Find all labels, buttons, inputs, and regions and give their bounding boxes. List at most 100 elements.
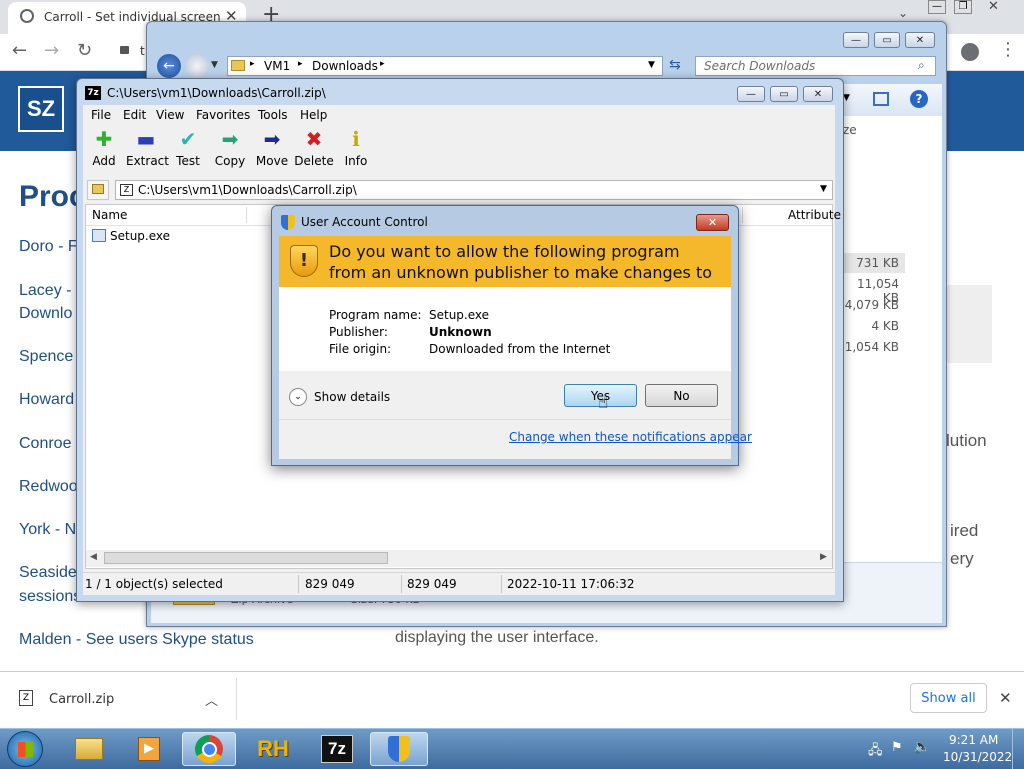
back-icon[interactable]: ← <box>12 40 27 61</box>
folder-icon <box>231 60 245 71</box>
preview-pane-icon[interactable] <box>873 92 889 106</box>
extract-icon: ▬ <box>136 127 156 151</box>
site-link-doro[interactable]: Doro - F <box>19 238 78 256</box>
site-link-malden[interactable]: Malden - See users Skype status <box>19 631 254 649</box>
explorer-address-bar[interactable]: ▸ VM1 ▸ Downloads ▸ ▼ <box>227 56 663 76</box>
body-text-interface: displaying the user interface. <box>395 629 599 646</box>
close-window-icon[interactable]: ✕ <box>988 0 999 14</box>
chevron-up-icon[interactable]: ︿ <box>205 690 218 709</box>
scroll-left-icon[interactable]: ◀ <box>90 552 97 562</box>
taskbar-chrome[interactable] <box>182 732 236 766</box>
show-desktop-button[interactable] <box>1012 729 1024 769</box>
horizontal-scrollbar[interactable]: ◀ ▶ <box>86 550 832 567</box>
clock-date[interactable]: 10/31/2022 <box>943 750 1012 764</box>
forward-icon[interactable]: → <box>44 40 59 61</box>
windows-logo-icon <box>18 742 33 757</box>
taskbar-media-player[interactable]: ▶ <box>122 732 176 766</box>
show-details-toggle[interactable]: ⌄ Show details <box>289 387 399 407</box>
taskbar-explorer[interactable] <box>62 732 116 766</box>
add-label: Add <box>92 154 116 168</box>
url-text[interactable]: t <box>140 44 145 58</box>
volume-icon[interactable]: 🔈 <box>913 739 930 755</box>
recent-pages-icon[interactable]: ▼ <box>211 60 218 70</box>
taskbar-7zip[interactable]: 7z <box>310 732 364 766</box>
sevenzip-toolbar: ✚ Add ▬ Extract ✔ Test ➡ Copy ➡ Move ✖ D… <box>83 125 835 177</box>
scrollbar-thumb[interactable] <box>104 552 388 564</box>
sevenzip-path-field[interactable]: Z C:\Users\vm1\Downloads\Carroll.zip\ ▼ <box>115 180 833 200</box>
site-link-lacey[interactable]: Lacey - <box>19 282 71 300</box>
attributes-column-header[interactable]: Attribute <box>788 208 841 222</box>
sevenzip-minimize-button[interactable]: — <box>737 86 765 102</box>
site-link-redwood[interactable]: Redwoo <box>19 478 78 496</box>
site-link-york[interactable]: York - N <box>19 521 76 539</box>
back-nav-icon[interactable]: ← <box>157 54 181 78</box>
close-download-bar-icon[interactable]: ✕ <box>999 689 1012 707</box>
list-item[interactable]: Setup.exe <box>90 227 240 245</box>
site-link-spence[interactable]: Spence <box>19 348 73 366</box>
uac-close-button[interactable]: ✕ <box>696 214 729 231</box>
change-notifications-link[interactable]: Change when these notifications appear <box>509 430 752 444</box>
body-text-required: ired <box>950 521 979 540</box>
show-all-button[interactable]: Show all <box>910 683 987 713</box>
explorer-maximize-button[interactable]: ▭ <box>874 32 900 48</box>
explorer-minimize-button[interactable]: — <box>843 32 869 48</box>
explorer-search-box[interactable]: Search Downloads ⌕ <box>695 56 936 76</box>
site-link-conroe[interactable]: Conroe <box>19 435 71 453</box>
refresh-icon[interactable]: ⇆ <box>669 57 681 73</box>
media-player-icon: ▶ <box>138 737 160 761</box>
crumb-downloads[interactable]: Downloads <box>312 59 378 73</box>
forward-nav-icon[interactable] <box>185 54 209 78</box>
clock-time[interactable]: 9:21 AM <box>949 733 998 747</box>
start-button[interactable] <box>7 731 43 767</box>
scroll-right-icon[interactable]: ▶ <box>820 552 827 562</box>
info-button[interactable]: ℹ Info <box>336 127 376 169</box>
path-dropdown-icon[interactable]: ▼ <box>820 184 827 194</box>
site-link-sessions[interactable]: sessions <box>19 588 81 606</box>
action-center-icon[interactable]: ⚑ <box>891 740 903 755</box>
no-button[interactable]: No <box>645 384 718 407</box>
globe-icon <box>20 9 34 23</box>
name-column-header[interactable]: Name <box>92 208 127 222</box>
minimize-icon[interactable]: — <box>928 0 946 14</box>
restore-icon[interactable]: ❐ <box>954 0 972 14</box>
up-folder-icon <box>92 184 104 194</box>
site-link-seaside[interactable]: Seaside <box>19 564 77 582</box>
delete-button[interactable]: ✖ Delete <box>294 127 334 169</box>
address-dropdown-icon[interactable]: ▼ <box>648 60 655 70</box>
menu-help[interactable]: Help <box>300 108 327 122</box>
network-icon[interactable]: 🖧 <box>868 741 883 763</box>
menu-tools[interactable]: Tools <box>258 108 288 122</box>
crumb-vm1[interactable]: VM1 <box>264 59 290 73</box>
taskbar-uac[interactable] <box>370 732 428 766</box>
menu-favorites[interactable]: Favorites <box>196 108 250 122</box>
taskbar-rh[interactable]: RH <box>246 732 300 766</box>
site-logo[interactable]: SZ <box>18 86 64 132</box>
explorer-close-button[interactable]: ✕ <box>905 32 935 48</box>
profile-icon[interactable] <box>961 43 979 61</box>
site-link-download[interactable]: Downlo <box>19 305 72 323</box>
menu-file[interactable]: File <box>91 108 111 122</box>
site-link-howard[interactable]: Howard <box>19 391 74 409</box>
up-folder-button[interactable] <box>87 180 109 200</box>
help-icon[interactable]: ? <box>910 90 928 108</box>
copy-button[interactable]: ➡ Copy <box>210 127 250 169</box>
menu-icon[interactable]: ⋮ <box>999 39 1017 60</box>
delete-label: Delete <box>294 154 334 168</box>
view-dropdown-icon[interactable]: ▼ <box>843 93 850 103</box>
sevenzip-close-button[interactable]: ✕ <box>803 86 833 102</box>
sevenzip-maximize-button[interactable]: ▭ <box>770 86 798 102</box>
download-filename[interactable]: Carroll.zip <box>49 692 114 707</box>
move-button[interactable]: ➡ Move <box>252 127 292 169</box>
reload-icon[interactable]: ↻ <box>77 40 92 61</box>
test-label: Test <box>176 154 200 168</box>
extract-button[interactable]: ▬ Extract <box>126 127 169 169</box>
chevron-down-icon: ⌄ <box>289 388 307 406</box>
test-button[interactable]: ✔ Test <box>168 127 208 169</box>
menu-edit[interactable]: Edit <box>123 108 146 122</box>
size-column-header[interactable]: ze <box>843 123 857 137</box>
menu-view[interactable]: View <box>156 108 184 122</box>
test-icon: ✔ <box>179 127 197 151</box>
zip-path-icon: Z <box>120 184 133 196</box>
tab-search-icon[interactable]: ⌄ <box>898 6 908 20</box>
add-button[interactable]: ✚ Add <box>84 127 124 169</box>
